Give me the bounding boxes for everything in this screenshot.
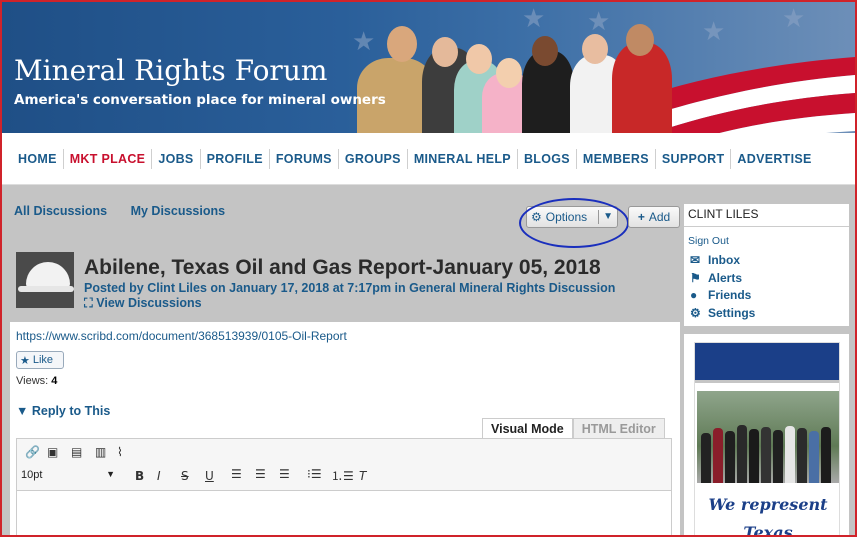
ad-group-photo <box>697 391 839 483</box>
tab-html-editor[interactable]: HTML Editor <box>572 418 665 439</box>
nav-item-jobs[interactable]: JOBS <box>152 149 201 169</box>
ad-banner[interactable]: We represent Texas <box>694 342 840 537</box>
person-icon: ● <box>690 288 698 302</box>
view-discussions-link[interactable]: ⛶ View Discussions <box>84 296 202 311</box>
my-discussions-link[interactable]: My Discussions <box>131 204 225 218</box>
site-tagline: America's conversation place for mineral… <box>14 92 386 108</box>
star-icon: ★ <box>20 354 30 367</box>
like-button[interactable]: ★ Like <box>16 351 64 369</box>
star-icon: ★ <box>352 27 376 57</box>
add-button[interactable]: + Add <box>628 206 680 228</box>
plus-icon: + <box>637 210 645 224</box>
strikethrough-icon[interactable]: S <box>181 469 189 483</box>
inbox-link[interactable]: ✉ Inbox <box>690 253 740 267</box>
annotation-circle <box>519 198 629 248</box>
image-icon[interactable]: ▣ <box>47 445 58 459</box>
star-icon: ★ <box>782 4 806 34</box>
editor-mode-tabs: Visual Mode HTML Editor <box>482 418 665 439</box>
bold-icon[interactable]: B <box>135 469 144 483</box>
nav-item-blogs[interactable]: BLOGS <box>518 149 577 169</box>
view-discussions-label: View Discussions <box>96 296 202 310</box>
align-right-icon[interactable]: ☰ <box>279 467 290 481</box>
discussion-tabs: All Discussions My Discussions <box>14 204 245 218</box>
reply-to-this-link[interactable]: ▼ Reply to This <box>16 404 110 418</box>
user-panel: CLINT LILES Sign Out ✉ Inbox ⚑ Alerts ● … <box>684 204 849 326</box>
settings-link[interactable]: ⚙ Settings <box>690 306 755 320</box>
sign-out-link[interactable]: Sign Out <box>688 235 729 247</box>
ad-headline-2: Texas <box>743 523 793 537</box>
nav-item-members[interactable]: MEMBERS <box>577 149 656 169</box>
chevron-down-icon: ▼ <box>106 469 115 479</box>
video-icon[interactable]: ▤ <box>71 445 82 459</box>
nav-item-groups[interactable]: GROUPS <box>339 149 408 169</box>
bullet-list-icon[interactable]: ⁝☰ <box>307 467 322 481</box>
star-icon: ★ <box>522 4 546 34</box>
avatar[interactable] <box>16 252 74 308</box>
nav-item-home[interactable]: HOME <box>12 149 64 169</box>
alerts-link[interactable]: ⚑ Alerts <box>690 271 742 285</box>
post-body: https://www.scribd.com/document/36851393… <box>10 322 680 535</box>
user-name: CLINT LILES <box>688 207 759 221</box>
star-icon: ★ <box>702 17 726 47</box>
nav-item-support[interactable]: SUPPORT <box>656 149 732 169</box>
paste-icon[interactable]: ▥ <box>95 445 106 459</box>
like-label: Like <box>32 354 54 366</box>
numbered-list-icon[interactable]: ⒈☰ <box>331 467 354 484</box>
clear-format-icon[interactable]: T <box>359 469 366 483</box>
header-banner: ★ ★ ★ ★ ★ Mineral Rights Forum America's… <box>2 2 855 133</box>
nav-item-mineral-help[interactable]: MINERAL HELP <box>408 149 518 169</box>
gear-icon: ⚙ <box>690 306 701 320</box>
add-label: Add <box>648 210 671 224</box>
nav-item-profile[interactable]: PROFILE <box>201 149 270 169</box>
align-left-icon[interactable]: ☰ <box>231 467 242 481</box>
reply-editor[interactable]: 🔗 ▣ ▤ ▥ ⌇ 10pt ▼ B I S U ☰ ☰ ☰ ⁝☰ ⒈☰ T <box>16 438 672 535</box>
italic-icon[interactable]: I <box>157 469 161 483</box>
friends-link[interactable]: ● Friends <box>690 288 751 302</box>
envelope-icon: ✉ <box>690 253 701 267</box>
nav-item-mkt-place[interactable]: MKT PLACE <box>64 149 153 169</box>
link-icon[interactable]: 🔗 <box>25 445 40 459</box>
editor-toolbar: 🔗 ▣ ▤ ▥ ⌇ 10pt ▼ B I S U ☰ ☰ ☰ ⁝☰ ⒈☰ T <box>17 439 671 491</box>
sidebar-ad[interactable]: We represent Texas <box>684 334 849 537</box>
post-link[interactable]: https://www.scribd.com/document/36851393… <box>16 329 347 343</box>
nav-item-advertise[interactable]: ADVERTISE <box>731 149 817 169</box>
main-nav: HOME MKT PLACE JOBS PROFILE FORUMS GROUPS MINE… <box>2 133 855 185</box>
align-center-icon[interactable]: ☰ <box>255 467 266 481</box>
post-meta[interactable]: Posted by Clint Liles on January 17, 201… <box>84 281 615 295</box>
site-title[interactable]: Mineral Rights Forum <box>14 54 327 87</box>
main-content: All Discussions My Discussions ⚙ Options… <box>2 186 855 537</box>
page-frame: ★ ★ ★ ★ ★ Mineral Rights Forum America's… <box>0 0 857 537</box>
tab-visual-mode[interactable]: Visual Mode <box>482 418 573 439</box>
font-size-select[interactable]: 10pt ▼ <box>21 469 117 485</box>
ad-headline: We represent <box>708 495 828 514</box>
views-count: Views: 4 <box>16 375 58 387</box>
all-discussions-link[interactable]: All Discussions <box>14 204 107 218</box>
page-title: Abilene, Texas Oil and Gas Report-Januar… <box>84 256 601 279</box>
star-icon: ★ <box>587 7 611 37</box>
attachment-icon[interactable]: ⌇ <box>117 445 123 459</box>
binoculars-icon: ⛶ <box>84 296 93 310</box>
flag-icon: ⚑ <box>690 271 701 285</box>
underline-icon[interactable]: U <box>205 469 214 483</box>
nav-item-forums[interactable]: FORUMS <box>270 149 339 169</box>
